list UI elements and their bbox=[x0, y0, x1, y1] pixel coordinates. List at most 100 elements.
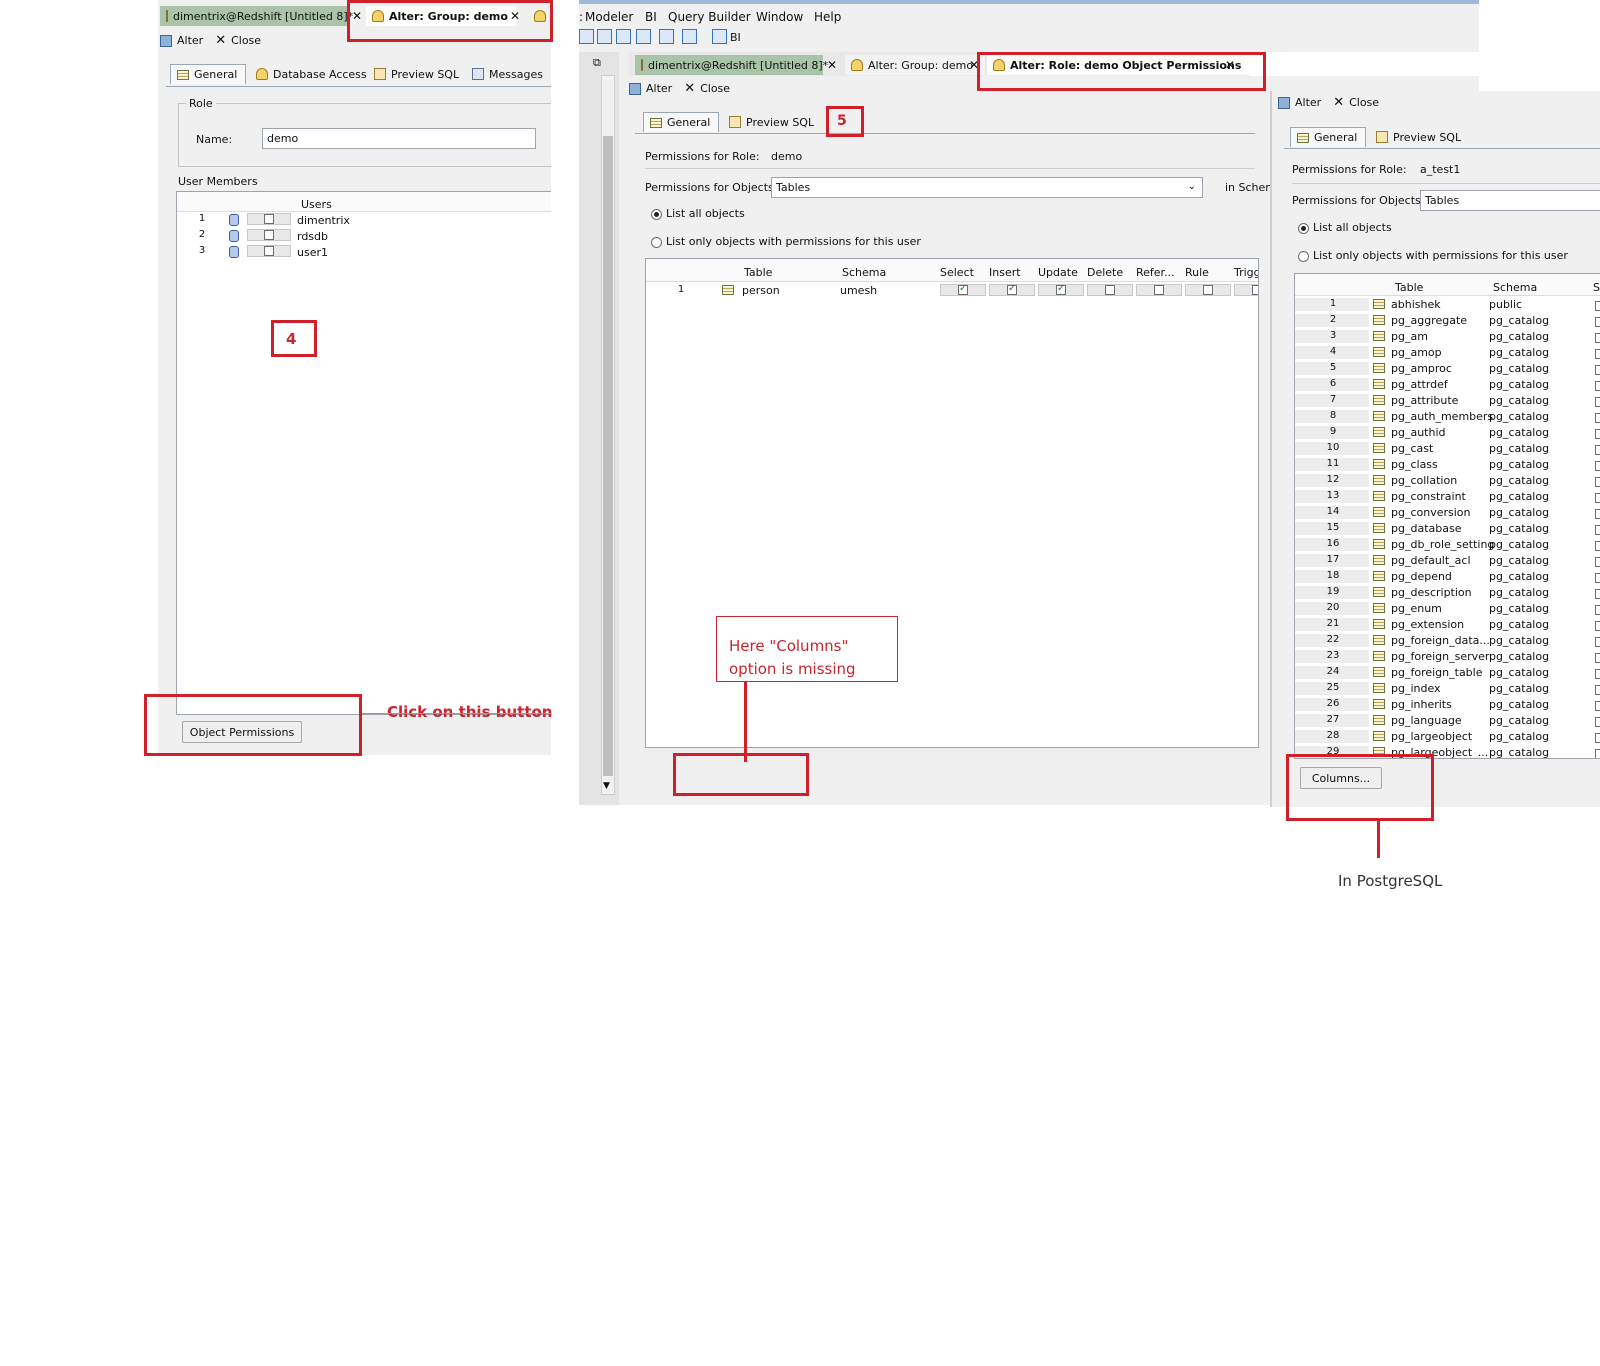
perm-checkbox-select[interactable] bbox=[1595, 509, 1600, 519]
alter-button[interactable]: Alter bbox=[1295, 96, 1321, 109]
table-row[interactable]: 8 pg_auth_members pg_catalog bbox=[1295, 409, 1600, 425]
perm-checkbox-select[interactable] bbox=[1595, 349, 1600, 359]
perm-checkbox-select[interactable] bbox=[1595, 621, 1600, 631]
col-select[interactable]: Select bbox=[940, 266, 974, 279]
perm-checkbox-references[interactable] bbox=[1154, 285, 1164, 295]
col-schema[interactable]: Schema bbox=[1493, 281, 1537, 294]
bi-icon[interactable] bbox=[712, 29, 727, 44]
col-select[interactable]: S bbox=[1593, 281, 1600, 294]
user-row[interactable]: 2 rdsdb bbox=[177, 229, 551, 245]
table-row[interactable]: 2 pg_aggregate pg_catalog bbox=[1295, 313, 1600, 329]
table-row[interactable]: 23 pg_foreign_server pg_catalog bbox=[1295, 649, 1600, 665]
table-row[interactable]: 5 pg_amproc pg_catalog bbox=[1295, 361, 1600, 377]
toolbar-icon[interactable] bbox=[579, 29, 594, 44]
col-table[interactable]: Table bbox=[744, 266, 772, 279]
perm-checkbox-select[interactable] bbox=[1595, 573, 1600, 583]
table-row[interactable]: 15 pg_database pg_catalog bbox=[1295, 521, 1600, 537]
col-table[interactable]: Table bbox=[1395, 281, 1423, 294]
perm-checkbox-select[interactable] bbox=[1595, 317, 1600, 327]
table-row[interactable]: 1 person umesh bbox=[646, 283, 1258, 299]
perm-checkbox-select[interactable] bbox=[1595, 525, 1600, 535]
tab-general[interactable]: General bbox=[170, 64, 246, 84]
perm-checkbox-delete[interactable] bbox=[1105, 285, 1115, 295]
perm-checkbox-select[interactable] bbox=[1595, 733, 1600, 743]
table-row[interactable]: 18 pg_depend pg_catalog bbox=[1295, 569, 1600, 585]
radio-list-all[interactable]: List all objects bbox=[1298, 221, 1392, 234]
tab-preview-sql[interactable]: Preview SQL bbox=[723, 112, 820, 132]
perm-checkbox-select[interactable] bbox=[1595, 477, 1600, 487]
perm-checkbox-select[interactable] bbox=[1595, 717, 1600, 727]
perm-checkbox-select[interactable] bbox=[1595, 541, 1600, 551]
close-button[interactable]: Close bbox=[231, 34, 261, 47]
table-row[interactable]: 26 pg_inherits pg_catalog bbox=[1295, 697, 1600, 713]
user-checkbox[interactable] bbox=[264, 230, 274, 240]
list-icon[interactable] bbox=[636, 29, 651, 44]
user-row[interactable]: 3 user1 bbox=[177, 245, 551, 261]
menu-modeler[interactable]: Modeler bbox=[585, 10, 633, 24]
col-insert[interactable]: Insert bbox=[989, 266, 1021, 279]
grid-icon[interactable] bbox=[597, 29, 612, 44]
menu-bi[interactable]: BI bbox=[645, 10, 657, 24]
perm-checkbox-select[interactable] bbox=[1595, 669, 1600, 679]
table-row[interactable]: 11 pg_class pg_catalog bbox=[1295, 457, 1600, 473]
perm-checkbox-select[interactable] bbox=[1595, 397, 1600, 407]
user-row[interactable]: 1 dimentrix bbox=[177, 213, 551, 229]
name-field[interactable]: demo bbox=[262, 128, 536, 149]
table-row[interactable]: 4 pg_amop pg_catalog bbox=[1295, 345, 1600, 361]
radio-list-only[interactable]: List only objects with permissions for t… bbox=[1298, 249, 1568, 262]
menu-window[interactable]: Window bbox=[756, 10, 803, 24]
scrollbar-thumb[interactable] bbox=[603, 136, 613, 776]
tab-preview-sql[interactable]: Preview SQL bbox=[368, 64, 465, 84]
perm-checkbox-select[interactable] bbox=[1595, 333, 1600, 343]
table-row[interactable]: 9 pg_authid pg_catalog bbox=[1295, 425, 1600, 441]
perm-checkbox-select[interactable] bbox=[1595, 301, 1600, 311]
col-delete[interactable]: Delete bbox=[1087, 266, 1123, 279]
perm-checkbox-trigger[interactable] bbox=[1252, 285, 1258, 295]
col-rule[interactable]: Rule bbox=[1185, 266, 1209, 279]
table-row[interactable]: 12 pg_collation pg_catalog bbox=[1295, 473, 1600, 489]
user-checkbox[interactable] bbox=[264, 214, 274, 224]
perm-checkbox-select[interactable] bbox=[1595, 557, 1600, 567]
perm-checkbox-select[interactable] bbox=[1595, 493, 1600, 503]
table-row[interactable]: 21 pg_extension pg_catalog bbox=[1295, 617, 1600, 633]
tab-database-access[interactable]: Database Access bbox=[250, 64, 373, 84]
perm-checkbox-select[interactable] bbox=[1595, 749, 1600, 758]
perm-checkbox-select[interactable] bbox=[958, 283, 968, 295]
perm-checkbox-select[interactable] bbox=[1595, 413, 1600, 423]
perm-checkbox-select[interactable] bbox=[1595, 685, 1600, 695]
perm-checkbox-select[interactable] bbox=[1595, 637, 1600, 647]
radio-list-all[interactable]: List all objects bbox=[651, 207, 745, 220]
table-row[interactable]: 24 pg_foreign_table pg_catalog bbox=[1295, 665, 1600, 681]
perm-checkbox-select[interactable] bbox=[1595, 653, 1600, 663]
perm-checkbox-select[interactable] bbox=[1595, 701, 1600, 711]
perm-checkbox-select[interactable] bbox=[1595, 365, 1600, 375]
table-row[interactable]: 13 pg_constraint pg_catalog bbox=[1295, 489, 1600, 505]
tab-redshift-untitled[interactable]: dimentrix@Redshift [Untitled 8]* bbox=[635, 55, 828, 75]
table-row[interactable]: 3 pg_am pg_catalog bbox=[1295, 329, 1600, 345]
perm-checkbox-select[interactable] bbox=[1595, 445, 1600, 455]
radio-button[interactable] bbox=[651, 208, 662, 220]
col-update[interactable]: Update bbox=[1038, 266, 1078, 279]
col-trigger[interactable]: Trigg bbox=[1234, 266, 1258, 279]
table-row[interactable]: 19 pg_description pg_catalog bbox=[1295, 585, 1600, 601]
table-row[interactable]: 10 pg_cast pg_catalog bbox=[1295, 441, 1600, 457]
tab-general[interactable]: General bbox=[1290, 127, 1366, 147]
table-row[interactable]: 27 pg_language pg_catalog bbox=[1295, 713, 1600, 729]
perm-checkbox-select[interactable] bbox=[1595, 429, 1600, 439]
alter-button[interactable]: Alter bbox=[177, 34, 203, 47]
tab-general[interactable]: General bbox=[643, 112, 719, 132]
perm-checkbox-rule[interactable] bbox=[1203, 285, 1213, 295]
perm-checkbox-update[interactable] bbox=[1056, 283, 1066, 295]
radio-list-only[interactable]: List only objects with permissions for t… bbox=[651, 235, 921, 248]
objects-dropdown[interactable]: Tables ⌄ bbox=[771, 177, 1203, 198]
perm-checkbox-select[interactable] bbox=[1595, 381, 1600, 391]
user-checkbox[interactable] bbox=[264, 246, 274, 256]
table-row[interactable]: 7 pg_attribute pg_catalog bbox=[1295, 393, 1600, 409]
vertical-scrollbar[interactable]: ▼ bbox=[601, 75, 615, 795]
objects-dropdown[interactable]: Tables bbox=[1420, 190, 1600, 211]
table-row[interactable]: 14 pg_conversion pg_catalog bbox=[1295, 505, 1600, 521]
scroll-down-icon[interactable]: ▼ bbox=[603, 781, 610, 791]
alter-button[interactable]: Alter bbox=[646, 82, 672, 95]
radio-button[interactable] bbox=[651, 236, 662, 248]
table-row[interactable]: 25 pg_index pg_catalog bbox=[1295, 681, 1600, 697]
